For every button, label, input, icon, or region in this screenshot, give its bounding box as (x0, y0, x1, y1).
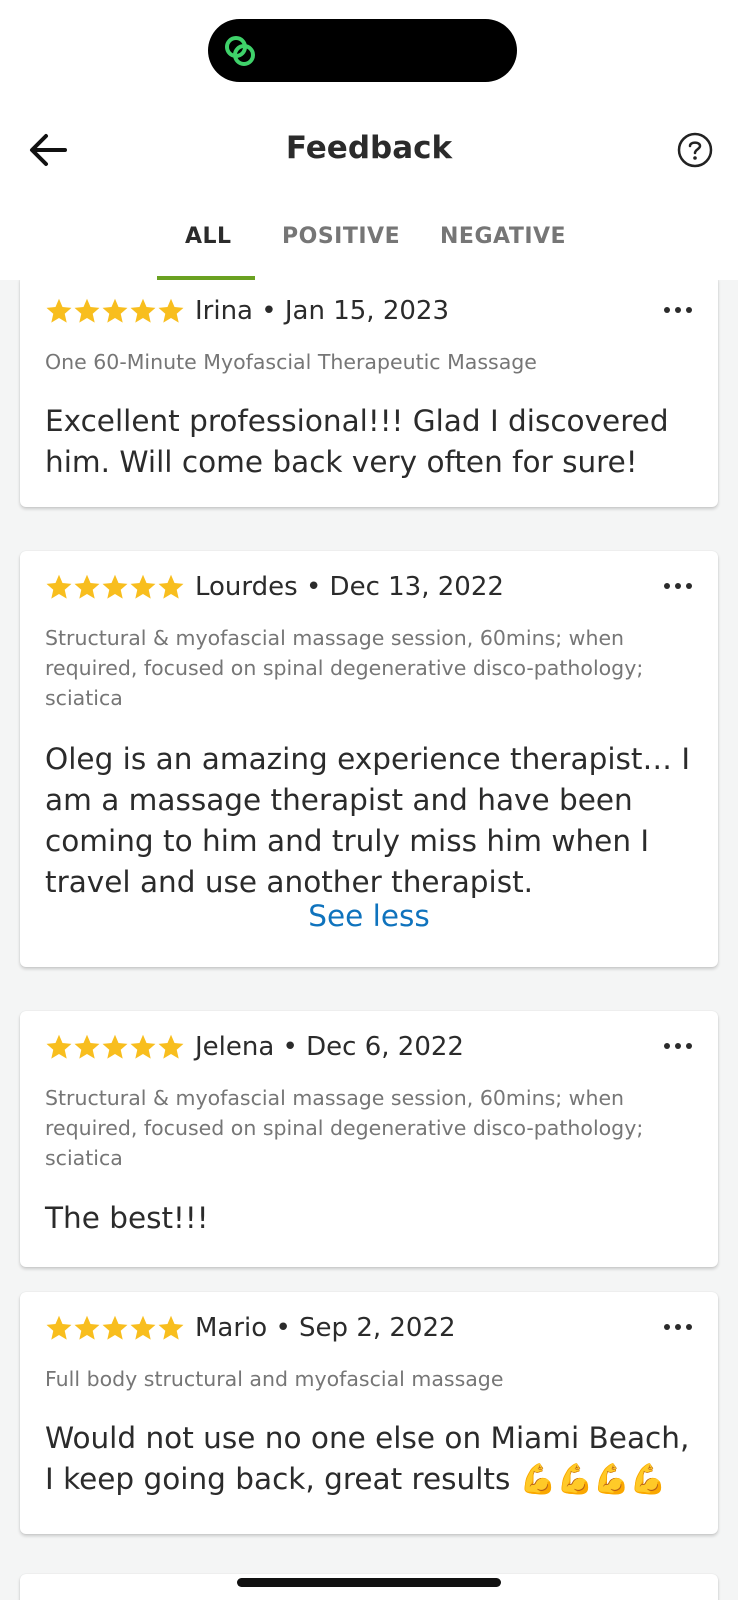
review-header: Irina • Jan 15, 2023 (45, 293, 449, 329)
star-icon (74, 574, 100, 599)
star-icon (158, 574, 184, 599)
filter-tabs: ALL POSITIVE NEGATIVE (0, 210, 738, 280)
star-icon (46, 298, 72, 323)
star-icon (130, 574, 156, 599)
more-options-button[interactable] (658, 295, 698, 325)
see-less-link[interactable]: See less (20, 899, 718, 933)
star-icon (102, 1034, 128, 1059)
star-rating (45, 1314, 185, 1342)
review-service: One 60-Minute Myofascial Therapeutic Mas… (45, 350, 537, 374)
more-horizontal-icon (662, 1324, 695, 1330)
more-horizontal-icon (662, 307, 695, 313)
tab-positive[interactable]: POSITIVE (282, 224, 400, 249)
star-icon (102, 1315, 128, 1340)
review-card: Mario • Sep 2, 2022 Full body structural… (20, 1292, 718, 1534)
review-author-date: Mario • Sep 2, 2022 (195, 1313, 456, 1343)
review-card: Lourdes • Dec 13, 2022 Structural & myof… (20, 551, 718, 967)
more-options-button[interactable] (658, 571, 698, 601)
tab-all[interactable]: ALL (185, 224, 232, 249)
tab-negative[interactable]: NEGATIVE (440, 224, 566, 249)
star-icon (74, 298, 100, 323)
review-service: Full body structural and myofascial mass… (45, 1367, 504, 1391)
review-author-date: Lourdes • Dec 13, 2022 (195, 572, 504, 602)
review-author-date: Irina • Jan 15, 2023 (195, 296, 449, 326)
more-options-button[interactable] (658, 1312, 698, 1342)
help-button[interactable] (675, 130, 715, 170)
star-icon (158, 298, 184, 323)
star-icon (46, 1034, 72, 1059)
review-card: Irina • Jan 15, 2023 One 60-Minute Myofa… (20, 280, 718, 507)
page-title: Feedback (285, 130, 453, 166)
review-header: Jelena • Dec 6, 2022 (45, 1029, 464, 1065)
reviews-list[interactable]: Irina • Jan 15, 2023 One 60-Minute Myofa… (0, 280, 738, 1600)
star-icon (46, 1315, 72, 1340)
star-icon (130, 298, 156, 323)
more-horizontal-icon (662, 583, 695, 589)
review-text: Would not use no one else on Miami Beach… (45, 1421, 690, 1496)
star-rating (45, 297, 185, 325)
home-indicator (237, 1578, 501, 1587)
star-icon (102, 298, 128, 323)
dynamic-island (208, 19, 517, 82)
top-bar: Feedback ALL POSITIVE NEGATIVE (0, 0, 738, 280)
star-icon (102, 574, 128, 599)
review-header: Lourdes • Dec 13, 2022 (45, 569, 504, 605)
star-rating (45, 1033, 185, 1061)
review-service: Structural & myofascial massage session,… (45, 626, 644, 710)
star-icon (74, 1315, 100, 1340)
star-icon (74, 1034, 100, 1059)
more-options-button[interactable] (658, 1031, 698, 1061)
review-author-date: Jelena • Dec 6, 2022 (195, 1032, 464, 1062)
star-icon (130, 1034, 156, 1059)
question-circle-icon (677, 132, 713, 168)
star-icon (158, 1315, 184, 1340)
review-text: Excellent professional!!! Glad I discove… (45, 404, 669, 479)
more-horizontal-icon (662, 1043, 695, 1049)
review-card: Jelena • Dec 6, 2022 Structural & myofas… (20, 1011, 718, 1267)
star-rating (45, 573, 185, 601)
star-icon (158, 1034, 184, 1059)
linked-rings-icon (225, 36, 255, 66)
star-icon (46, 574, 72, 599)
review-header: Mario • Sep 2, 2022 (45, 1310, 456, 1346)
star-icon (130, 1315, 156, 1340)
review-text: The best!!! (45, 1201, 209, 1235)
review-text: Oleg is an amazing experience therapist…… (45, 742, 691, 899)
review-service: Structural & myofascial massage session,… (45, 1086, 644, 1170)
